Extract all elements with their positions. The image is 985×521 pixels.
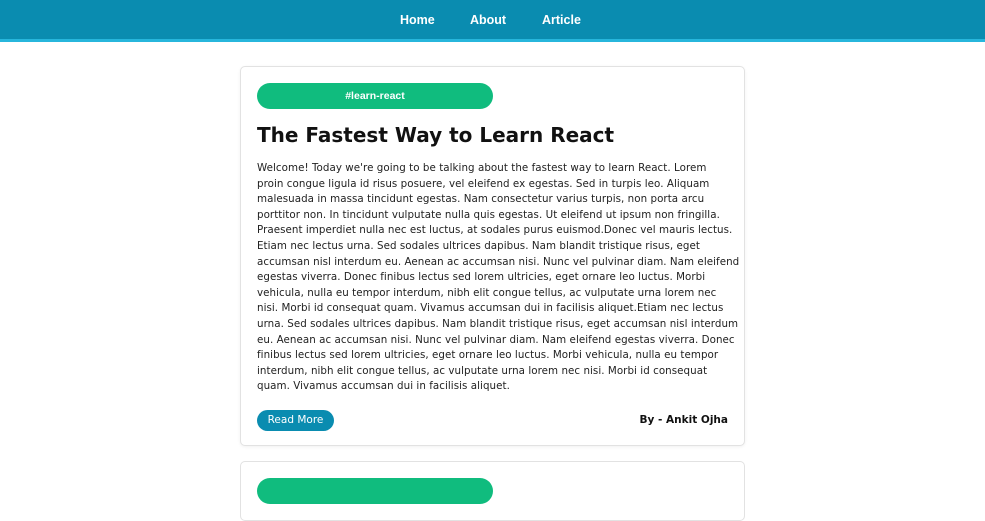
article-body-line: proin congue ligula id risus posuere, ve… <box>257 177 710 190</box>
article-card: #learn-react The Fastest Way to Learn Re… <box>240 66 745 446</box>
article-author: By - Ankit Ojha <box>639 414 728 426</box>
nav-link-home[interactable]: Home <box>400 13 435 27</box>
article-body-line: vehicula, nulla eu tempor interdum, nibh… <box>257 286 717 299</box>
top-navbar: Home About Article <box>0 0 985 42</box>
article-body-line: Praesent imperdiet nulla nec est luctus,… <box>257 224 733 237</box>
article-body-line: interdum, nibh elit congue tellus, ac vu… <box>257 364 708 377</box>
article-title: The Fastest Way to Learn React <box>257 123 615 147</box>
article-body-line: eu. Aenean ac accumsan nisi. Nunc vel pu… <box>257 333 735 346</box>
article-body-line: quam. Vivamus accumsan dui in facilisis … <box>257 380 510 393</box>
article-card-next <box>240 461 745 521</box>
article-body-line: malesuada in massa tincidunt egestas. Na… <box>257 193 705 206</box>
article-body-line: finibus lectus sed lorem ultricies, eget… <box>257 349 719 362</box>
article-body-line: urna. Sed sodales ultrices dapibus. Nam … <box>257 317 739 330</box>
article-tag-badge[interactable]: #learn-react <box>257 83 493 109</box>
article-body-line: Welcome! Today we're going to be talking… <box>257 162 707 174</box>
article-body: Welcome! Today we're going to be talking… <box>257 161 740 395</box>
read-more-button[interactable]: Read More <box>257 410 334 431</box>
article-tag-badge-next[interactable] <box>257 478 493 504</box>
article-body-line: porttitor non. In tincidunt vulputate nu… <box>257 208 720 221</box>
nav-link-about[interactable]: About <box>470 13 506 27</box>
article-body-line: egestas viverra. Donec finibus lectus se… <box>257 271 706 284</box>
article-body-line: nisi. Morbi id consequat quam. Vivamus a… <box>257 302 724 315</box>
article-body-line: accumsan nisl interdum eu. Aenean ac acc… <box>257 255 740 268</box>
article-body-line: Etiam nec lectus urna. Sed sodales ultri… <box>257 239 700 252</box>
nav-link-article[interactable]: Article <box>542 13 581 27</box>
